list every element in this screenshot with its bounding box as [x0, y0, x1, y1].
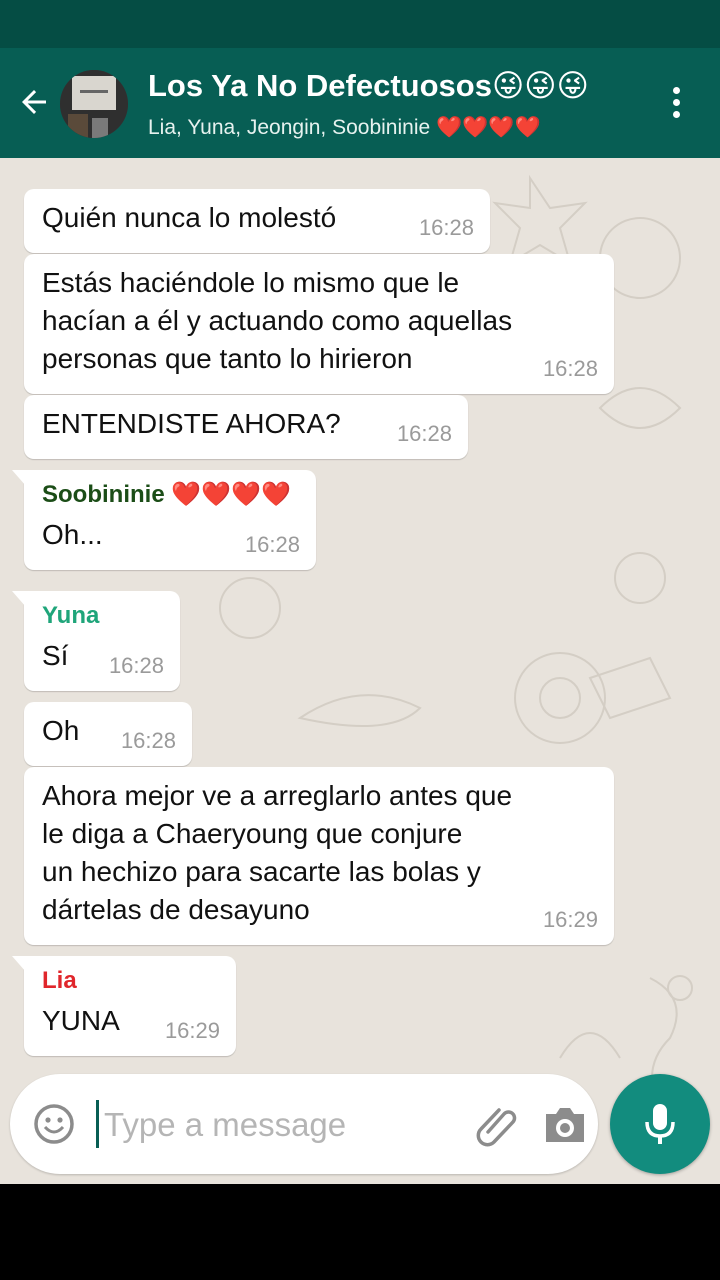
message-time: 16:29 — [542, 907, 598, 932]
compose-bar — [10, 1074, 598, 1174]
navigation-bar — [0, 1184, 720, 1280]
chat-title[interactable]: Los Ya No Defectuosos😜😜😜 — [148, 68, 589, 104]
chat-header: Los Ya No Defectuosos😜😜😜 Lia, Yuna, Jeon… — [0, 48, 720, 158]
message-bubble[interactable]: Quién nunca lo molestó 16:28 — [24, 189, 490, 253]
message-sender[interactable]: Soobininie ❤️❤️❤️❤️ — [42, 480, 298, 510]
message-bubble[interactable]: ENTENDISTE AHORA? 16:28 — [24, 395, 468, 459]
more-options-button[interactable] — [652, 78, 700, 126]
message-bubble[interactable]: Estás haciéndole lo mismo que le hacían … — [24, 254, 614, 394]
message-bubble[interactable]: Lia YUNA 16:29 — [12, 956, 236, 1056]
message-time: 16:28 — [120, 728, 176, 753]
back-button[interactable] — [10, 78, 58, 126]
message-text: Quién nunca lo molestó — [42, 202, 337, 233]
group-avatar[interactable] — [60, 70, 128, 138]
message-time: 16:28 — [542, 356, 598, 381]
paperclip-icon — [476, 1108, 517, 1147]
text-caret — [96, 1100, 99, 1148]
voice-message-button[interactable] — [610, 1074, 710, 1174]
message-bubble[interactable]: Soobininie ❤️❤️❤️❤️ Oh... 16:28 — [12, 470, 316, 570]
bubble-tail — [12, 470, 26, 486]
camera-icon — [546, 1108, 584, 1142]
message-text: Estás haciéndole lo mismo que le hacían … — [42, 267, 513, 374]
microphone-icon — [645, 1104, 675, 1144]
message-bubble[interactable]: Yuna Sí 16:28 — [12, 591, 180, 691]
message-text: Ahora mejor ve a arreglarlo antes que le… — [42, 780, 513, 925]
more-vertical-icon — [672, 86, 680, 94]
chat-participants[interactable]: Lia, Yuna, Jeongin, Soobininie ❤️❤️❤️❤️ — [148, 116, 541, 140]
message-bubble[interactable]: Oh 16:28 — [24, 702, 192, 766]
message-sender[interactable]: Lia — [42, 966, 218, 996]
message-time: 16:28 — [396, 421, 452, 446]
message-time: 16:29 — [164, 1018, 220, 1043]
message-text: ENTENDISTE AHORA? — [42, 408, 341, 439]
message-time: 16:28 — [108, 653, 164, 678]
message-bubble[interactable]: Ahora mejor ve a arreglarlo antes que le… — [24, 767, 614, 945]
message-sender[interactable]: Yuna — [42, 601, 162, 631]
arrow-left-icon — [22, 90, 46, 114]
message-time: 16:28 — [418, 215, 474, 240]
bubble-tail — [12, 956, 26, 972]
emoji-button[interactable] — [32, 1102, 76, 1146]
camera-button[interactable] — [542, 1104, 588, 1146]
message-time: 16:28 — [244, 532, 300, 557]
status-bar — [0, 0, 720, 48]
message-input[interactable] — [102, 1096, 466, 1154]
bubble-tail — [12, 591, 26, 607]
emoji-icon — [34, 1104, 74, 1144]
attach-button[interactable] — [474, 1102, 520, 1148]
